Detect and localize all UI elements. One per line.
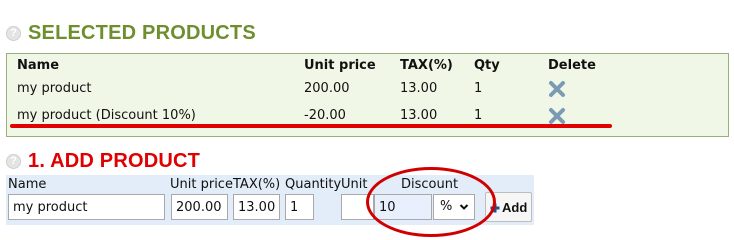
add-button[interactable]: Add bbox=[485, 192, 532, 222]
row-2-name: my product (Discount 10%) bbox=[17, 108, 196, 123]
add-product-title: 1. ADD PRODUCT bbox=[28, 150, 201, 172]
label-discount: Discount bbox=[401, 177, 459, 192]
discount-type-select[interactable]: % bbox=[433, 194, 475, 220]
column-header-tax: TAX(%) bbox=[400, 58, 453, 73]
row-2-delete-close-icon[interactable] bbox=[548, 107, 566, 125]
row-1-tax: 13.00 bbox=[400, 81, 438, 96]
tax-input[interactable] bbox=[233, 194, 280, 220]
label-quantity: Quantity bbox=[285, 177, 342, 192]
product-name-input[interactable] bbox=[8, 194, 165, 220]
row-1-qty: 1 bbox=[474, 81, 483, 96]
column-header-name: Name bbox=[17, 58, 60, 73]
row-1-unit-price: 200.00 bbox=[304, 81, 350, 96]
add-button-label: Add bbox=[502, 200, 528, 215]
unit-input[interactable] bbox=[341, 194, 374, 220]
selected-products-title: SELECTED PRODUCTS bbox=[28, 22, 256, 44]
add-product-form: Name Unit price TAX(%) Quantity Unit Dis… bbox=[6, 175, 534, 225]
discount-input[interactable] bbox=[374, 194, 432, 220]
help-icon[interactable]: ? bbox=[6, 154, 21, 169]
row-2-unit-price: -20.00 bbox=[304, 108, 346, 123]
row-2-qty: 1 bbox=[474, 108, 483, 123]
unit-price-input[interactable] bbox=[171, 194, 228, 220]
row-1-name: my product bbox=[17, 81, 92, 96]
column-header-delete: Delete bbox=[548, 58, 596, 73]
label-unit: Unit bbox=[341, 177, 368, 192]
label-unit-price: Unit price bbox=[170, 177, 233, 192]
label-tax: TAX(%) bbox=[233, 177, 281, 192]
plus-icon bbox=[490, 203, 500, 213]
column-header-unit-price: Unit price bbox=[304, 58, 376, 73]
column-header-qty: Qty bbox=[474, 58, 500, 73]
row-2-tax: 13.00 bbox=[400, 108, 438, 123]
row-1-delete-close-icon[interactable] bbox=[548, 80, 566, 98]
annotation-underline bbox=[10, 124, 612, 128]
chevron-down-icon bbox=[459, 204, 469, 210]
help-icon[interactable]: ? bbox=[6, 26, 21, 41]
label-name: Name bbox=[8, 177, 47, 192]
quantity-input[interactable] bbox=[285, 194, 314, 220]
discount-type-value: % bbox=[440, 199, 453, 214]
